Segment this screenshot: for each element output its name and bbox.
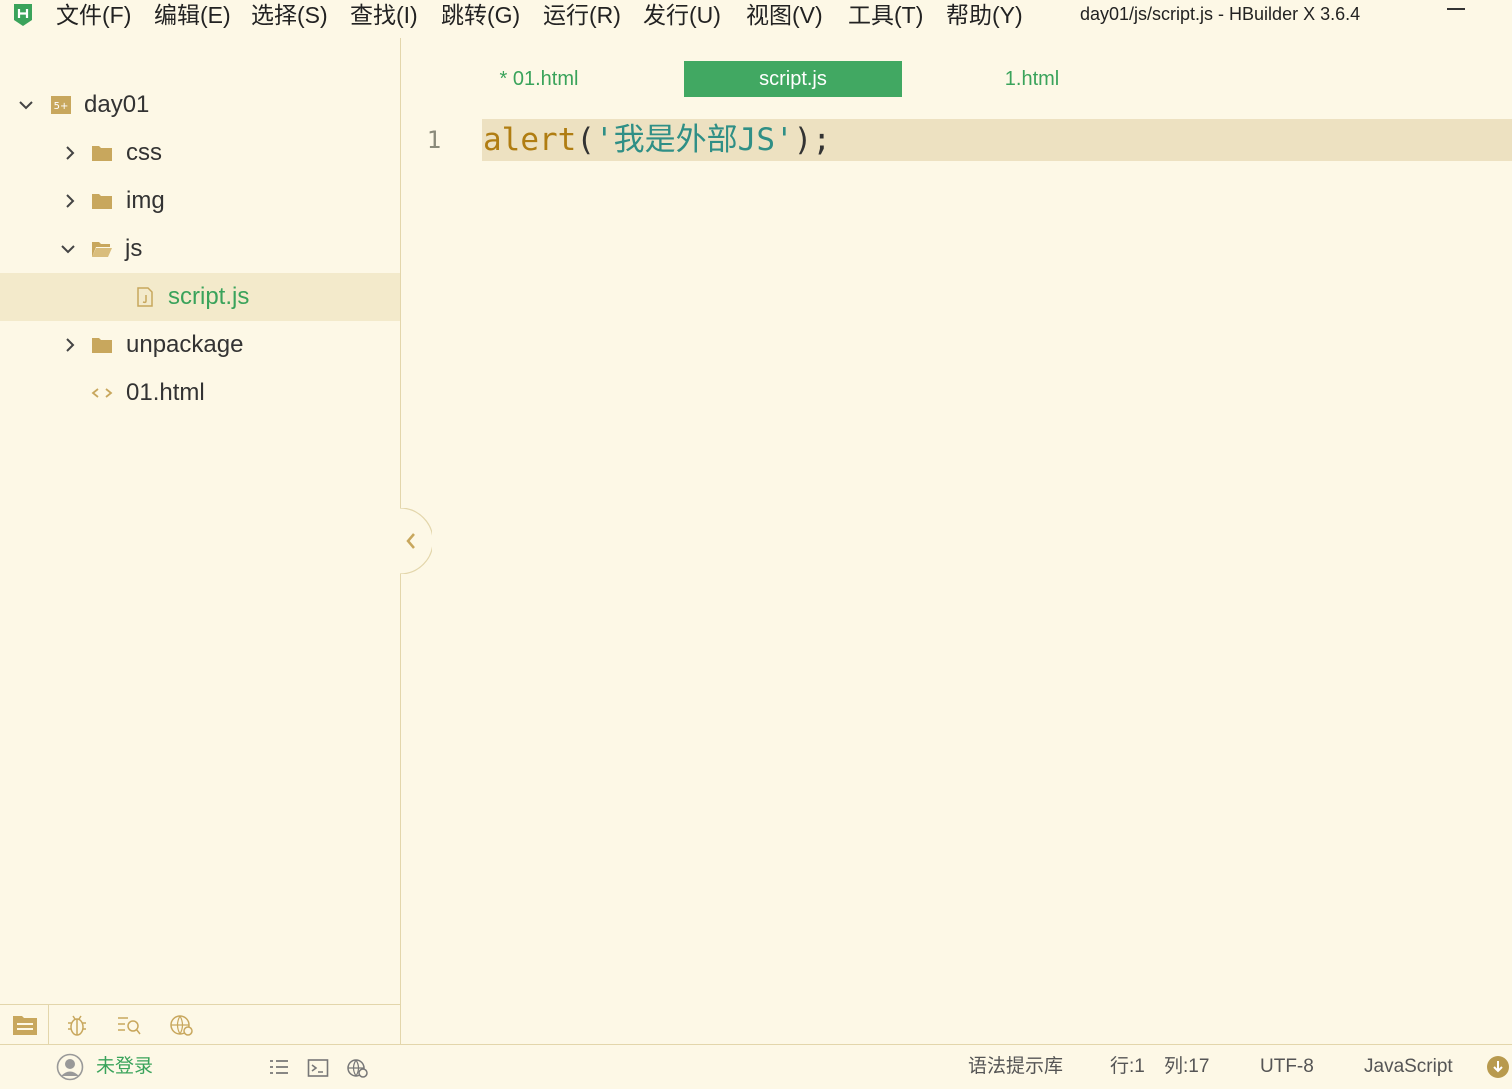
web-tab[interactable]: [156, 1005, 204, 1045]
folder-icon: [92, 194, 112, 209]
window-title: day01/js/script.js - HBuilder X 3.6.4: [1080, 4, 1361, 24]
search-tab[interactable]: [104, 1005, 152, 1045]
terminal-icon[interactable]: [307, 1057, 329, 1079]
hbuilder-logo-icon: [14, 4, 32, 26]
login-status[interactable]: 未登录: [96, 1045, 153, 1089]
tree-item-label: day01: [84, 91, 150, 118]
tree-item-01-html[interactable]: 01.html: [0, 369, 400, 417]
debug-tab[interactable]: [52, 1005, 100, 1045]
menu-select[interactable]: 选择(S): [251, 0, 328, 30]
collapse-sidebar-handle[interactable]: [400, 508, 432, 574]
sidebar-bottom-tabs: [0, 1004, 400, 1045]
folder-icon: [92, 338, 112, 353]
tab-01-html[interactable]: * 01.html: [477, 61, 601, 97]
menu-run[interactable]: 运行(R): [543, 0, 621, 30]
menu-help[interactable]: 帮助(Y): [946, 0, 1023, 30]
tab-1-html[interactable]: 1.html: [982, 61, 1082, 97]
js-file-icon: [137, 287, 153, 307]
menu-view[interactable]: 视图(V): [746, 0, 823, 30]
menu-file[interactable]: 文件(F): [56, 0, 131, 30]
tree-item-day01[interactable]: 5+ day01: [0, 81, 400, 129]
tree-item-label: script.js: [168, 283, 250, 310]
editor-tab-bar: * 01.html script.js 1.html: [402, 40, 1512, 114]
project-icon: 5+: [51, 96, 71, 114]
menu-bar: 文件(F) 编辑(E) 选择(S) 查找(I) 跳转(G) 运行(R) 发行(U…: [0, 0, 1512, 38]
code-token-function: alert: [483, 122, 577, 158]
menu-find[interactable]: 查找(I): [350, 0, 418, 30]
tab-script-js[interactable]: script.js: [684, 61, 902, 97]
svg-text:5+: 5+: [54, 101, 69, 112]
cursor-col[interactable]: 列:17: [1164, 1045, 1209, 1089]
debug-bug-icon: [68, 1015, 86, 1036]
line-number: 1: [426, 126, 442, 154]
search-icon: [118, 1017, 141, 1035]
tree-item-unpackage[interactable]: unpackage: [0, 321, 400, 369]
folder-icon: [92, 146, 112, 161]
chevron-down-icon[interactable]: [60, 241, 76, 257]
tree-item-label: js: [125, 235, 143, 262]
code-token-paren: (: [576, 122, 595, 158]
code-token-close: );: [793, 122, 831, 158]
minimize-button[interactable]: [1447, 8, 1465, 10]
web-globe-icon[interactable]: [346, 1057, 368, 1079]
project-explorer: 5+ day01 css img js script.js unpackage …: [0, 38, 401, 1045]
tree-item-label: 01.html: [126, 379, 205, 406]
chevron-down-icon[interactable]: [18, 97, 34, 113]
language-mode[interactable]: JavaScript: [1364, 1045, 1453, 1089]
chevron-right-icon[interactable]: [62, 337, 78, 353]
tree-item-label: css: [126, 139, 162, 166]
status-bar: 未登录 语法提示库 行:1 列:17 UTF-8 JavaScript: [0, 1044, 1512, 1084]
user-avatar-icon[interactable]: [56, 1053, 84, 1081]
html-file-icon: [91, 388, 113, 398]
menu-tools[interactable]: 工具(T): [848, 0, 923, 30]
tree-item-label: unpackage: [126, 331, 244, 358]
chevron-right-icon[interactable]: [62, 193, 78, 209]
cursor-row[interactable]: 行:1: [1110, 1045, 1145, 1089]
tree-item-label: img: [126, 187, 165, 214]
tree-item-js[interactable]: js: [0, 225, 400, 273]
code-token-string: '我是外部JS': [595, 122, 794, 158]
download-update-icon[interactable]: [1486, 1055, 1510, 1079]
chevron-right-icon[interactable]: [62, 145, 78, 161]
folder-open-icon: [92, 242, 112, 257]
menu-publish[interactable]: 发行(U): [643, 0, 721, 30]
menu-edit[interactable]: 编辑(E): [154, 0, 231, 30]
menu-goto[interactable]: 跳转(G): [441, 0, 520, 30]
project-explorer-tab[interactable]: [0, 1005, 49, 1045]
file-encoding[interactable]: UTF-8: [1260, 1045, 1314, 1089]
code-line[interactable]: alert('我是外部JS');: [483, 119, 831, 161]
tree-item-css[interactable]: css: [0, 129, 400, 177]
tree-item-script-js[interactable]: script.js: [0, 273, 400, 321]
web-globe-icon: [170, 1015, 193, 1036]
outline-list-icon[interactable]: [268, 1057, 290, 1079]
project-explorer-icon: [13, 1016, 37, 1035]
tree-item-img[interactable]: img: [0, 177, 400, 225]
syntax-library[interactable]: 语法提示库: [968, 1045, 1063, 1089]
